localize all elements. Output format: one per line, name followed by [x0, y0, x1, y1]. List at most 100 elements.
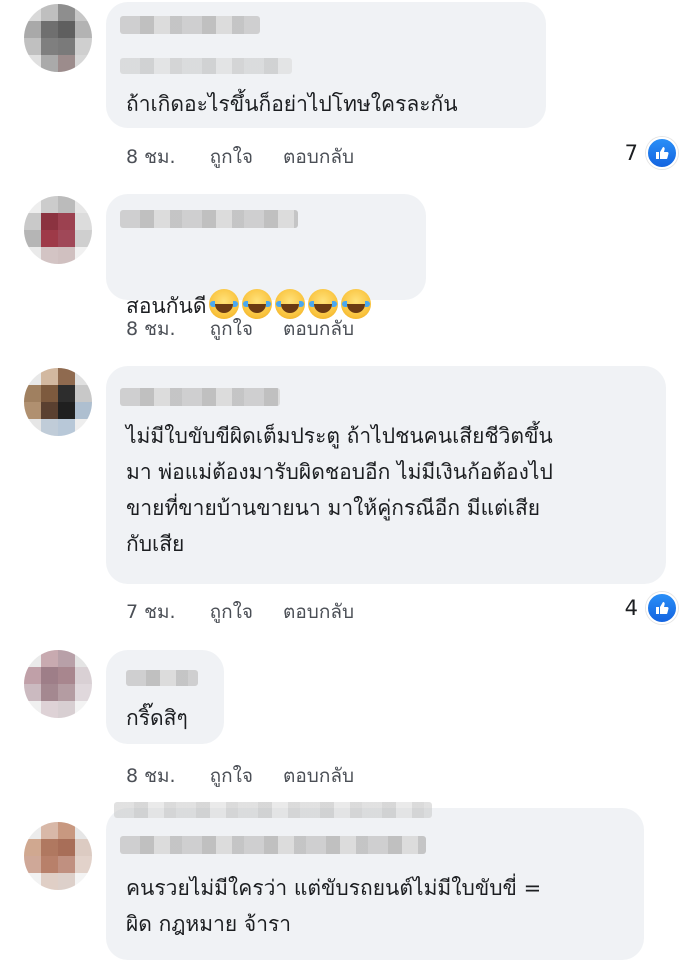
like-button[interactable]: ถูกใจ [210, 761, 253, 791]
avatar-pixel [41, 21, 58, 38]
avatar-pixel [58, 839, 75, 856]
avatar-pixel [41, 839, 58, 856]
avatar-pixel [24, 684, 41, 701]
avatar-pixel [75, 368, 92, 385]
reaction-count: 7 [624, 141, 638, 165]
author-name-blurred-line [114, 802, 432, 818]
comment-timestamp[interactable]: 8 ชม. [126, 761, 176, 791]
avatar-pixel [58, 38, 75, 55]
avatar-pixel [75, 822, 92, 839]
comment-timestamp[interactable]: 8 ชม. [126, 314, 176, 344]
avatar-pixel [24, 402, 41, 419]
avatar-pixel [24, 196, 41, 213]
avatar-pixel [75, 38, 92, 55]
avatar[interactable] [24, 4, 92, 72]
avatar-pixel [24, 856, 41, 873]
comment-text: กริ๊ดสิๆ [126, 706, 188, 730]
avatar[interactable] [24, 650, 92, 718]
reply-button[interactable]: ตอบกลับ [283, 142, 354, 172]
avatar-pixel [58, 873, 75, 890]
avatar-pixel [58, 368, 75, 385]
reply-button[interactable]: ตอบกลับ [283, 314, 354, 344]
reply-button[interactable]: ตอบกลับ [283, 597, 354, 627]
avatar-pixel [41, 55, 58, 72]
avatar-pixel [41, 873, 58, 890]
avatar-pixel [58, 55, 75, 72]
avatar[interactable] [24, 196, 92, 264]
avatar-pixel [24, 213, 41, 230]
comment-text: ถ้าเกิดอะไรขึ้นก็อย่าไปโทษใครละกัน [126, 92, 458, 116]
avatar-pixel [24, 667, 41, 684]
avatar-pixel [58, 213, 75, 230]
avatar-pixel [75, 402, 92, 419]
avatar-pixel [58, 230, 75, 247]
avatar[interactable] [24, 368, 92, 436]
like-button[interactable]: ถูกใจ [210, 597, 253, 627]
avatar-pixel [24, 873, 41, 890]
avatar-pixel [24, 839, 41, 856]
comment-actions: 7 ชม. ถูกใจ ตอบกลับ [126, 597, 354, 627]
avatar-pixel [41, 402, 58, 419]
reaction-count: 4 [624, 596, 638, 620]
reaction-summary[interactable]: 4 [625, 592, 678, 624]
avatar-pixel [41, 650, 58, 667]
avatar-pixel [75, 247, 92, 264]
author-name-blurred-line [120, 58, 292, 74]
avatar-pixel [58, 701, 75, 718]
avatar-pixel [58, 385, 75, 402]
comment-text: ไม่มีใบขับขีผิดเต็มประตู ถ้าไปชนคนเสียชี… [126, 424, 553, 556]
avatar-pixel [41, 822, 58, 839]
like-button[interactable]: ถูกใจ [210, 142, 253, 172]
comment-timestamp[interactable]: 8 ชม. [126, 142, 176, 172]
avatar-pixel [58, 650, 75, 667]
author-name-blurred[interactable] [120, 16, 260, 34]
avatar-pixel [24, 419, 41, 436]
avatar-pixel [75, 385, 92, 402]
avatar-pixel [75, 419, 92, 436]
avatar-pixel [24, 701, 41, 718]
comment-bubble: กริ๊ดสิๆ [106, 650, 224, 744]
avatar-pixel [41, 701, 58, 718]
avatar-pixel [75, 650, 92, 667]
comment-bubble: ไม่มีใบขับขีผิดเต็มประตู ถ้าไปชนคนเสียชี… [106, 366, 666, 584]
avatar-pixel [41, 4, 58, 21]
avatar-pixel [58, 402, 75, 419]
comment-bubble: ถ้าเกิดอะไรขึ้นก็อย่าไปโทษใครละกัน [106, 2, 546, 128]
avatar-pixel [75, 667, 92, 684]
like-button[interactable]: ถูกใจ [210, 314, 253, 344]
like-icon [646, 592, 678, 624]
author-name-blurred[interactable] [120, 210, 298, 228]
avatar-pixel [58, 684, 75, 701]
avatar-pixel [41, 213, 58, 230]
avatar-pixel [75, 230, 92, 247]
avatar-pixel [75, 684, 92, 701]
avatar-pixel [75, 213, 92, 230]
author-name-blurred[interactable] [126, 670, 198, 686]
reply-button[interactable]: ตอบกลับ [283, 761, 354, 791]
comment-bubble: สอนกันดี [106, 194, 426, 319]
avatar-pixel [75, 856, 92, 873]
comment-text: คนรวยไม่มีใครว่า แต่ขับรถยนต์ไม่มีใบขับข… [126, 876, 542, 936]
avatar-pixel [41, 419, 58, 436]
avatar-pixel [75, 873, 92, 890]
avatar-pixel [41, 247, 58, 264]
author-name-blurred[interactable] [120, 836, 426, 854]
comment-actions: 8 ชม. ถูกใจ ตอบกลับ [126, 761, 354, 791]
avatar-pixel [41, 368, 58, 385]
avatar-pixel [75, 701, 92, 718]
avatar-pixel [41, 196, 58, 213]
avatar-pixel [58, 419, 75, 436]
avatar-pixel [58, 21, 75, 38]
avatar-pixel [24, 55, 41, 72]
avatar-pixel [24, 21, 41, 38]
reaction-summary[interactable]: 7 [625, 137, 678, 169]
avatar-pixel [58, 856, 75, 873]
author-name-blurred[interactable] [120, 388, 280, 406]
avatar-pixel [41, 38, 58, 55]
avatar[interactable] [24, 822, 92, 890]
avatar-pixel [75, 839, 92, 856]
comment-timestamp[interactable]: 7 ชม. [126, 597, 176, 627]
avatar-pixel [24, 230, 41, 247]
avatar-pixel [75, 55, 92, 72]
avatar-pixel [75, 4, 92, 21]
